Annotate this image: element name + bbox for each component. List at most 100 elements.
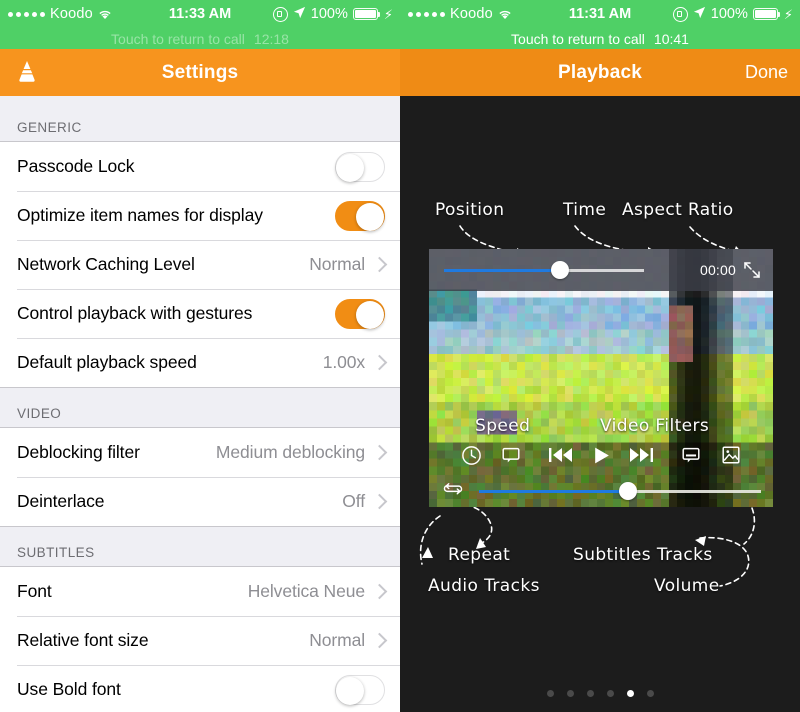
row-value: Helvetica Neue (248, 581, 365, 602)
row-label: Deinterlace (17, 491, 342, 512)
page-indicator-dots[interactable] (400, 690, 800, 697)
battery-icon (753, 8, 778, 20)
page-dot[interactable] (567, 690, 574, 697)
annotation-subtitles-tracks: Subtitles Tracks (573, 545, 713, 565)
section-header-video: VIDEO (0, 388, 400, 427)
player-top-bar: 00:00 (429, 249, 773, 291)
row-font[interactable]: Font Helvetica Neue (0, 567, 400, 616)
bolt-icon: ⚡ (784, 8, 793, 21)
position-slider-knob[interactable] (551, 261, 569, 279)
volume-row[interactable] (429, 477, 773, 505)
row-label: Font (17, 581, 248, 602)
right-nav-bar: Playback Done (400, 49, 800, 96)
previous-track-icon[interactable] (541, 437, 581, 473)
use-bold-font-toggle[interactable] (335, 675, 385, 705)
annotation-repeat: Repeat (448, 545, 510, 565)
play-icon[interactable] (581, 437, 621, 473)
clock-icon[interactable] (451, 437, 491, 473)
repeat-icon[interactable] (441, 479, 465, 503)
video-player-preview[interactable]: 00:00 (429, 249, 773, 507)
next-track-icon[interactable] (621, 437, 661, 473)
settings-group-video: Deblocking filter Medium deblocking Dein… (0, 427, 400, 527)
row-label: Default playback speed (17, 352, 323, 373)
row-relative-font-size[interactable]: Relative font size Normal (0, 616, 400, 665)
page-dot[interactable] (547, 690, 554, 697)
speech-bubble-icon[interactable] (491, 437, 531, 473)
row-deinterlace[interactable]: Deinterlace Off (0, 477, 400, 526)
page-dot[interactable] (647, 690, 654, 697)
battery-percent-label: 100% (711, 6, 748, 22)
right-call-banner[interactable]: Touch to return to call 10:41 (400, 28, 800, 49)
left-nav-bar: Settings (0, 49, 400, 96)
done-button[interactable]: Done (745, 62, 788, 83)
position-slider[interactable] (444, 269, 644, 272)
battery-percent-label: 100% (311, 6, 348, 22)
left-status-right-group: 100% ⚡ (273, 0, 393, 28)
dual-screenshot: Koodo 11:33 AM 100% ⚡ Touch to return to… (0, 0, 800, 712)
annotation-speed: Speed (475, 416, 530, 436)
right-nav-title: Playback (400, 62, 800, 84)
location-arrow-icon (693, 6, 706, 23)
image-filter-icon[interactable] (711, 437, 751, 473)
bolt-icon: ⚡ (384, 8, 393, 21)
chevron-right-icon (372, 494, 388, 510)
left-call-banner[interactable]: Touch to return to call 12:18 (0, 28, 400, 49)
battery-icon (353, 8, 378, 20)
row-network-caching-level[interactable]: Network Caching Level Normal (0, 240, 400, 289)
annotation-volume: Volume (654, 576, 720, 596)
rotation-lock-icon (673, 7, 688, 22)
subtitle-bubble-icon[interactable] (671, 437, 711, 473)
left-call-banner-text: Touch to return to call (111, 31, 245, 47)
annotation-aspect-ratio: Aspect Ratio (622, 200, 734, 220)
row-control-playback-gestures[interactable]: Control playback with gestures (0, 289, 400, 338)
annotation-video-filters: Video Filters (600, 416, 709, 436)
row-label: Relative font size (17, 630, 309, 651)
row-label: Network Caching Level (17, 254, 309, 275)
annotation-time: Time (563, 200, 606, 220)
chevron-right-icon (372, 445, 388, 461)
passcode-lock-toggle[interactable] (335, 152, 385, 182)
right-phone-playback: Koodo 11:31 AM 100% ⚡ Touch to return to… (400, 0, 800, 712)
settings-list[interactable]: GENERIC Passcode Lock Optimize item name… (0, 96, 400, 712)
right-call-banner-duration: 10:41 (654, 31, 689, 47)
left-phone-settings: Koodo 11:33 AM 100% ⚡ Touch to return to… (0, 0, 400, 712)
page-dot[interactable] (607, 690, 614, 697)
left-nav-title: Settings (0, 62, 400, 84)
left-status-bar: Koodo 11:33 AM 100% ⚡ (0, 0, 400, 28)
rotation-lock-icon (273, 7, 288, 22)
row-label: Optimize item names for display (17, 205, 335, 226)
chevron-right-icon (372, 257, 388, 273)
row-label: Deblocking filter (17, 442, 216, 463)
control-playback-gestures-toggle[interactable] (335, 299, 385, 329)
row-default-playback-speed[interactable]: Default playback speed 1.00x (0, 338, 400, 387)
chevron-right-icon (372, 584, 388, 600)
row-label: Use Bold font (17, 679, 335, 700)
settings-group-subtitles: Font Helvetica Neue Relative font size N… (0, 566, 400, 712)
row-passcode-lock[interactable]: Passcode Lock (0, 142, 400, 191)
row-value: 1.00x (323, 352, 365, 373)
row-deblocking-filter[interactable]: Deblocking filter Medium deblocking (0, 428, 400, 477)
toggle-knob (336, 677, 364, 705)
toggle-knob (336, 154, 364, 182)
settings-group-generic: Passcode Lock Optimize item names for di… (0, 141, 400, 388)
right-status-right-group: 100% ⚡ (673, 0, 793, 28)
row-value: Normal (309, 630, 365, 651)
time-label: 00:00 (700, 262, 736, 278)
row-value: Off (342, 491, 365, 512)
volume-slider-fill (479, 490, 628, 493)
page-dot-active[interactable] (627, 690, 634, 697)
right-call-banner-text: Touch to return to call (511, 31, 645, 47)
left-call-banner-duration: 12:18 (254, 31, 289, 47)
row-optimize-item-names[interactable]: Optimize item names for display (0, 191, 400, 240)
volume-slider[interactable] (479, 490, 761, 493)
player-controls-row[interactable] (429, 435, 773, 475)
page-dot[interactable] (587, 690, 594, 697)
optimize-item-names-toggle[interactable] (335, 201, 385, 231)
volume-slider-knob[interactable] (619, 482, 637, 500)
expand-arrows-icon[interactable] (742, 260, 762, 280)
location-arrow-icon (293, 6, 306, 23)
row-value: Normal (309, 254, 365, 275)
right-status-bar: Koodo 11:31 AM 100% ⚡ (400, 0, 800, 28)
row-use-bold-font[interactable]: Use Bold font (0, 665, 400, 712)
row-value: Medium deblocking (216, 442, 365, 463)
